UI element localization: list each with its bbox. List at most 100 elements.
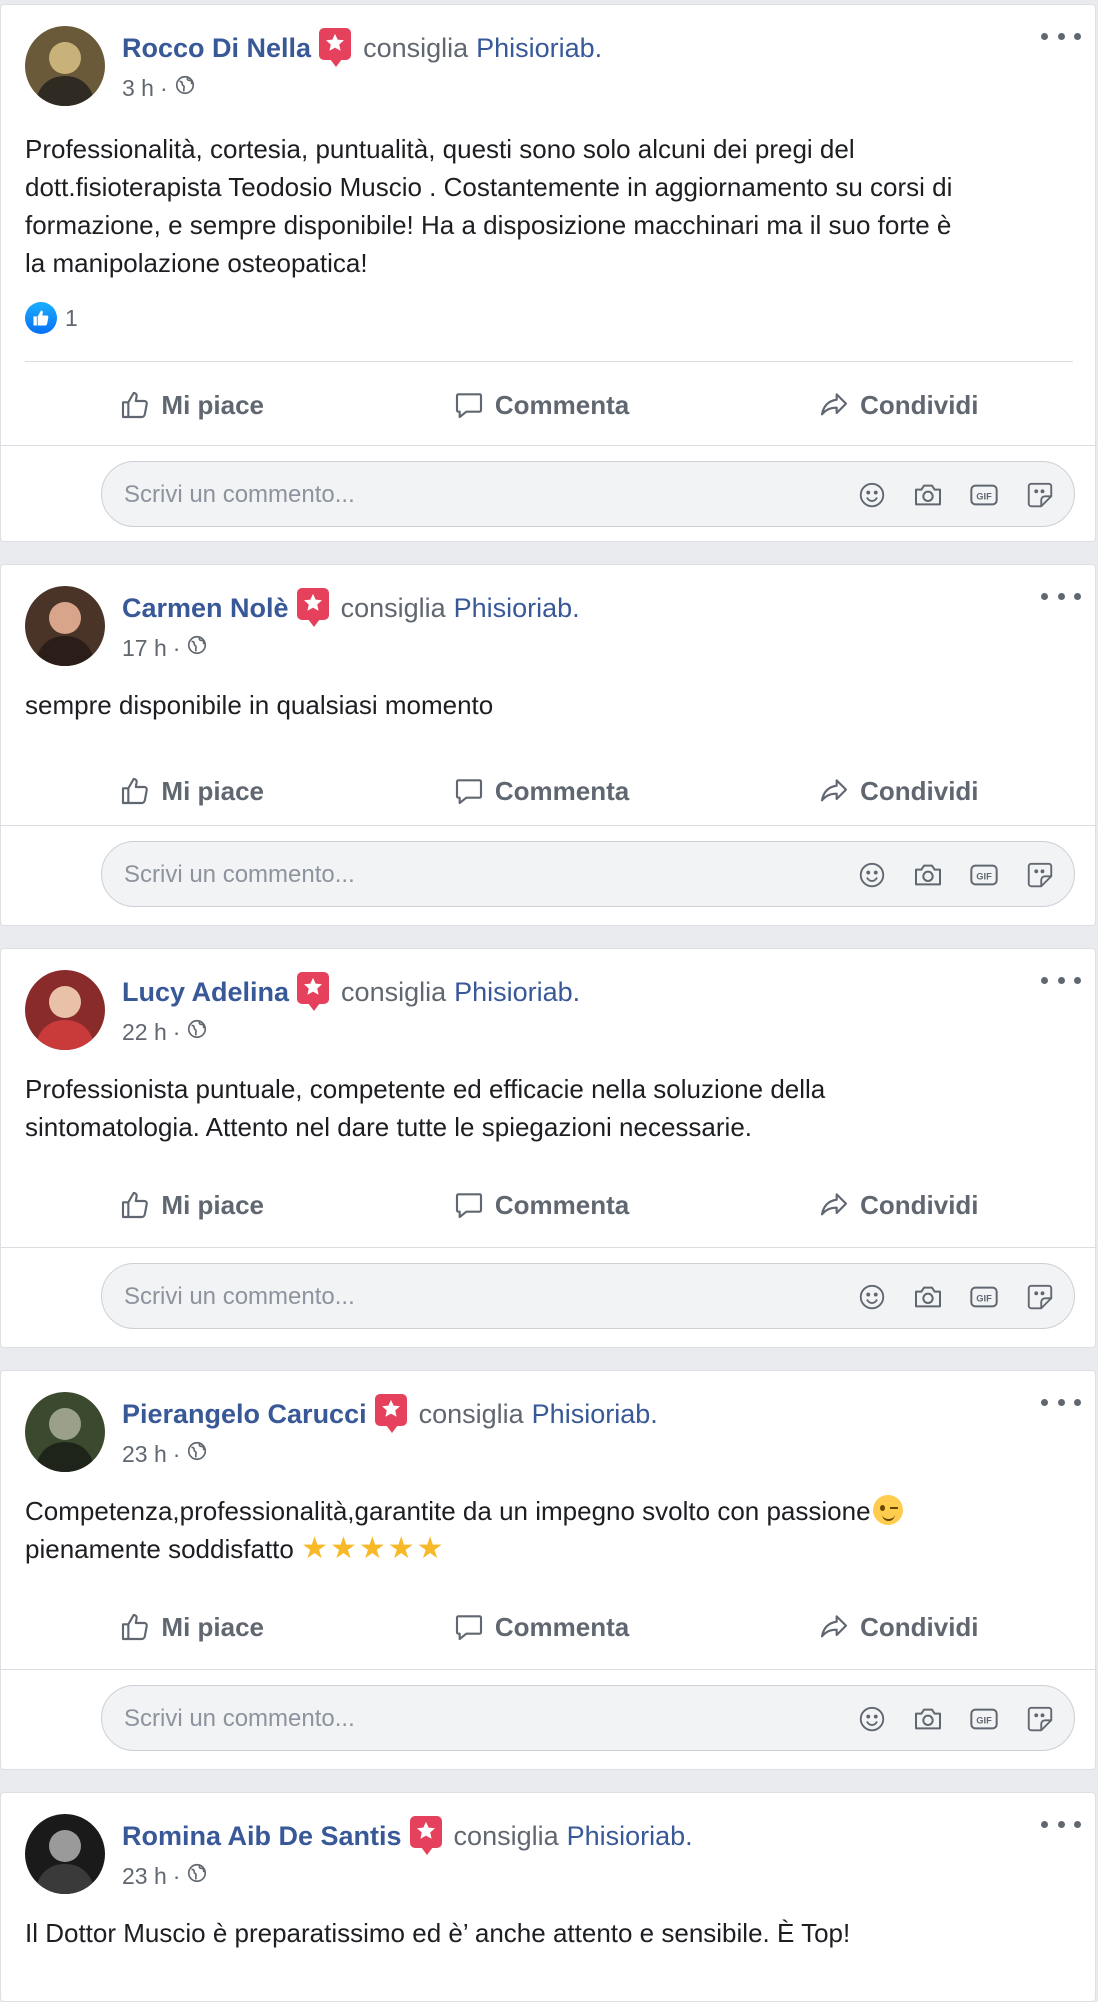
camera-icon[interactable] [912,479,944,511]
recommendation-icon [374,1394,407,1433]
post-text-segment: sintomatologia. Attento nel dare tutte l… [25,1112,753,1142]
like-button[interactable]: Mi piace [109,1189,274,1221]
post-text-line: Competenza,professionalità,garantite da … [25,1492,1075,1530]
dot-icon [1074,1820,1081,1828]
globe-icon[interactable] [174,74,196,102]
globe-icon[interactable] [186,1862,208,1890]
more-options-button[interactable] [1041,965,1081,995]
page-link[interactable]: Phisioriab. [454,593,580,624]
post-header: Rocco Di Nella consiglia Phisioriab. 3 h · [25,26,1065,110]
post-time[interactable]: 17 h [122,635,167,662]
comment-input[interactable] [122,1686,686,1752]
emoji-icon[interactable] [856,479,888,511]
globe-icon[interactable] [186,1440,208,1468]
post-text: sempre disponibile in qualsiasi momento [25,686,1075,724]
recommendation-icon [296,588,329,627]
post-time[interactable]: 22 h [122,1019,167,1046]
review-post: Pierangelo Carucci consiglia Phisioriab. 23… [0,1370,1097,1770]
page-link[interactable]: Phisioriab. [532,1399,658,1430]
more-options-button[interactable] [1041,21,1081,51]
camera-icon[interactable] [912,1281,944,1313]
like-icon [119,1189,161,1221]
svg-text:GIF: GIF [976,1293,992,1303]
comment-input[interactable] [122,1264,686,1330]
avatar[interactable] [25,26,105,106]
globe-icon[interactable] [186,1018,208,1046]
emoji-icon[interactable] [856,1281,888,1313]
post-headline: Rocco Di Nella consiglia Phisioriab. [122,28,602,67]
gif-icon[interactable]: GIF [968,1703,1000,1735]
page-link[interactable]: Phisioriab. [567,1821,693,1852]
author-name[interactable]: Carmen Nolè [122,593,289,624]
share-icon [818,1611,860,1643]
divider [1,1247,1097,1248]
sticker-icon[interactable] [1024,479,1056,511]
globe-icon[interactable] [186,634,208,662]
comment-button[interactable]: Commenta [443,389,639,421]
dot-icon [1057,976,1065,984]
svg-text:GIF: GIF [976,1715,992,1725]
more-options-button[interactable] [1041,581,1081,611]
author-name[interactable]: Rocco Di Nella [122,33,311,64]
emoji-icon[interactable] [856,859,888,891]
svg-text:GIF: GIF [976,871,992,881]
reactions-summary[interactable]: 1 [25,302,78,334]
like-button[interactable]: Mi piace [109,775,274,807]
camera-icon[interactable] [912,859,944,891]
comment-input[interactable] [122,462,686,528]
page-link[interactable]: Phisioriab. [476,33,602,64]
share-button[interactable]: Condividi [808,389,988,421]
post-text: Competenza,professionalità,garantite da … [25,1492,1075,1568]
avatar[interactable] [25,1392,105,1472]
post-text-segment: dott.fisioterapista Teodosio Muscio . Co… [25,172,953,202]
sticker-icon[interactable] [1024,1281,1056,1313]
post-text-line: la manipolazione osteopatica! [25,244,1075,282]
author-name[interactable]: Pierangelo Carucci [122,1399,367,1430]
emoji-icon[interactable] [856,1703,888,1735]
sticker-icon[interactable] [1024,859,1056,891]
share-button[interactable]: Condividi [808,775,988,807]
like-button[interactable]: Mi piace [109,1611,274,1643]
avatar[interactable] [25,586,105,666]
more-options-button[interactable] [1041,1809,1081,1839]
post-time[interactable]: 23 h [122,1863,167,1890]
comment-button-label: Commenta [494,1189,630,1220]
more-options-button[interactable] [1041,1387,1081,1417]
comment-button[interactable]: Commenta [443,1611,639,1643]
post-time[interactable]: 3 h [122,75,154,102]
sticker-icon[interactable] [1024,1703,1056,1735]
post-time[interactable]: 23 h [122,1441,167,1468]
page-link[interactable]: Phisioriab. [454,977,580,1008]
comment-icon [453,1611,495,1643]
dot-icon [1057,32,1065,40]
comment-input[interactable] [122,842,686,908]
share-button[interactable]: Condividi [808,1611,988,1643]
share-button[interactable]: Condividi [808,1189,988,1221]
comment-button[interactable]: Commenta [443,1189,639,1221]
post-meta: 23 h · [122,1440,208,1468]
avatar[interactable] [25,970,105,1050]
review-post: Carmen Nolè consiglia Phisioriab. 17 h · semp… [0,564,1097,926]
post-text: Il Dottor Muscio è preparatissimo ed è’ … [25,1914,1075,1952]
dot-icon [1074,976,1081,984]
gif-icon[interactable]: GIF [968,1281,1000,1313]
like-button[interactable]: Mi piace [109,389,274,421]
post-text-segment: formazione, e sempre disponibile! Ha a d… [25,210,952,240]
avatar[interactable] [25,1814,105,1894]
separator-dot: · [159,74,168,101]
dot-icon [1057,1820,1065,1828]
svg-text:GIF: GIF [976,491,992,501]
author-name[interactable]: Romina Aib De Santis [122,1821,402,1852]
wink-emoji-icon [872,1495,903,1525]
comment-button[interactable]: Commenta [443,775,639,807]
post-text-line: sintomatologia. Attento nel dare tutte l… [25,1108,1075,1146]
post-text-line: dott.fisioterapista Teodosio Muscio . Co… [25,168,1075,206]
comment-box: GIF [101,841,1075,908]
comment-tools: GIF [856,859,1056,891]
dot-icon [1074,32,1081,40]
gif-icon[interactable]: GIF [968,859,1000,891]
gif-icon[interactable]: GIF [968,479,1000,511]
recommendation-icon [409,1816,442,1855]
author-name[interactable]: Lucy Adelina [122,977,289,1008]
camera-icon[interactable] [912,1703,944,1735]
